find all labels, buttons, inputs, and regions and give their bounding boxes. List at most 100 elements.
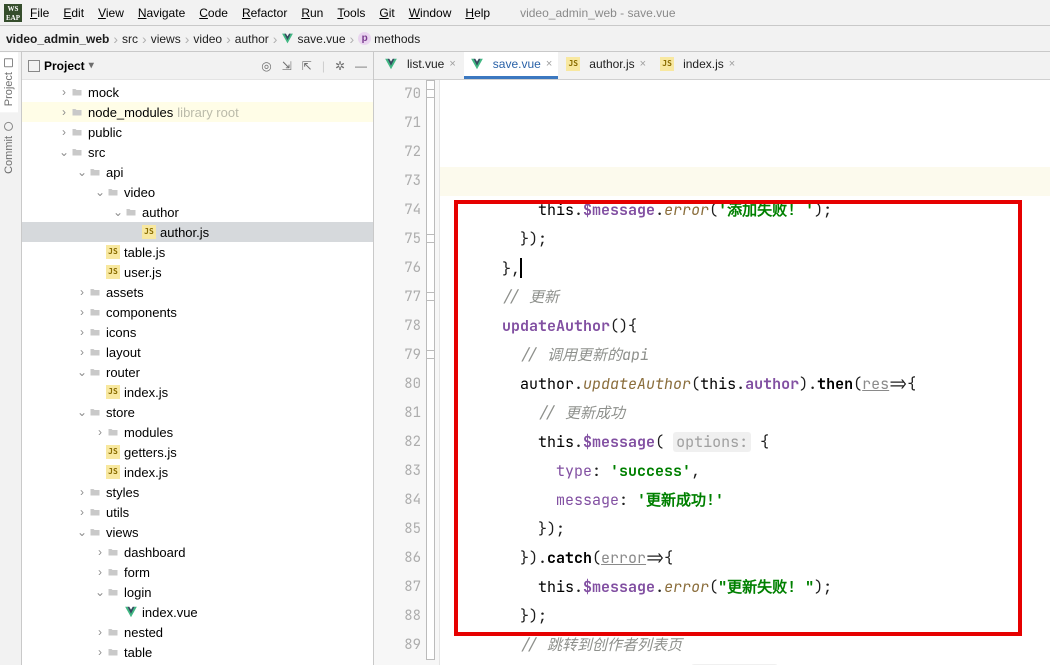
tree-arrow[interactable]: ›: [58, 126, 70, 138]
menu-item-refactor[interactable]: Refactor: [242, 6, 287, 20]
folder-node[interactable]: ›layout: [22, 342, 373, 362]
editor-tab[interactable]: save.vue×: [464, 52, 558, 79]
code-view[interactable]: }).catch(error => { this.$message.error(…: [440, 80, 1050, 665]
line-number[interactable]: 70: [374, 80, 421, 109]
tree-arrow[interactable]: ⌄: [76, 406, 88, 418]
line-number[interactable]: 81: [374, 399, 421, 428]
folder-node[interactable]: ⌄login: [22, 582, 373, 602]
folder-node[interactable]: ›utils: [22, 502, 373, 522]
locate-icon[interactable]: ◎: [261, 59, 271, 73]
line-number[interactable]: 83: [374, 457, 421, 486]
folder-node[interactable]: ⌄src: [22, 142, 373, 162]
file-node[interactable]: JSuser.js: [22, 262, 373, 282]
tree-arrow[interactable]: ⌄: [76, 526, 88, 538]
hide-icon[interactable]: —: [355, 59, 367, 73]
folder-node[interactable]: ⌄video: [22, 182, 373, 202]
tool-tab-commit[interactable]: Commit: [0, 116, 18, 180]
menu-item-run[interactable]: Run: [301, 6, 323, 20]
tree-arrow[interactable]: ⌄: [94, 586, 106, 598]
gear-icon[interactable]: ✲: [335, 59, 345, 73]
code-line[interactable]: }).catch(error=>{: [448, 544, 1050, 573]
tree-arrow[interactable]: ›: [76, 286, 88, 298]
folder-node[interactable]: ›styles: [22, 482, 373, 502]
code-line[interactable]: });: [448, 225, 1050, 254]
code-line[interactable]: this.$message( options: {: [448, 428, 1050, 457]
menu-item-edit[interactable]: Edit: [63, 6, 84, 20]
close-icon[interactable]: ×: [729, 58, 735, 70]
folder-node[interactable]: ⌄router: [22, 362, 373, 382]
code-line[interactable]: });: [448, 602, 1050, 631]
menu-item-tools[interactable]: Tools: [337, 6, 365, 20]
project-tree[interactable]: ›mock›node_moduleslibrary root›public⌄sr…: [22, 80, 373, 665]
file-node[interactable]: JSindex.js: [22, 462, 373, 482]
folder-node[interactable]: ⌄views: [22, 522, 373, 542]
menu-item-window[interactable]: Window: [409, 6, 452, 20]
folder-node[interactable]: ›nested: [22, 622, 373, 642]
code-line[interactable]: author.updateAuthor(this.author).then(re…: [448, 370, 1050, 399]
file-node[interactable]: JStable.js: [22, 242, 373, 262]
folder-node[interactable]: ›public: [22, 122, 373, 142]
tree-arrow[interactable]: ›: [58, 106, 70, 118]
folder-node[interactable]: ›mock: [22, 82, 373, 102]
line-number[interactable]: 86: [374, 544, 421, 573]
fold-strip[interactable]: [426, 80, 436, 665]
line-number[interactable]: 87: [374, 573, 421, 602]
panel-title[interactable]: Project ▾: [28, 59, 94, 73]
tree-arrow[interactable]: ›: [76, 506, 88, 518]
breadcrumb-item[interactable]: src: [122, 32, 138, 46]
code-line[interactable]: // 调用更新的api: [448, 341, 1050, 370]
menu-item-file[interactable]: File: [30, 6, 49, 20]
code-line[interactable]: },: [448, 254, 1050, 283]
tree-arrow[interactable]: ⌄: [58, 146, 70, 158]
code-line[interactable]: // 更新成功: [448, 399, 1050, 428]
tree-arrow[interactable]: ⌄: [94, 186, 106, 198]
folder-node[interactable]: ›dashboard: [22, 542, 373, 562]
file-node[interactable]: JSindex.js: [22, 382, 373, 402]
folder-node[interactable]: ⌄store: [22, 402, 373, 422]
line-number[interactable]: 89: [374, 631, 421, 660]
line-number[interactable]: 78: [374, 312, 421, 341]
editor-tab[interactable]: JSindex.js×: [654, 52, 741, 79]
line-number[interactable]: 74: [374, 196, 421, 225]
code-line[interactable]: updateAuthor(){: [448, 312, 1050, 341]
tree-arrow[interactable]: ›: [94, 626, 106, 638]
menu-item-navigate[interactable]: Navigate: [138, 6, 185, 20]
menu-item-view[interactable]: View: [98, 6, 124, 20]
breadcrumb-project[interactable]: video_admin_web: [6, 32, 109, 46]
expand-icon[interactable]: ⇲: [282, 59, 292, 73]
line-number[interactable]: 76: [374, 254, 421, 283]
line-number[interactable]: 84: [374, 486, 421, 515]
line-number[interactable]: 75: [374, 225, 421, 254]
collapse-icon[interactable]: ⇱: [302, 59, 312, 73]
breadcrumb-item[interactable]: video: [193, 32, 222, 46]
close-icon[interactable]: ×: [640, 58, 646, 70]
code-line[interactable]: this.$message.error("更新失败! ");: [448, 573, 1050, 602]
line-number[interactable]: 82: [374, 428, 421, 457]
file-node[interactable]: JSauthor.js: [22, 222, 373, 242]
line-number[interactable]: 88: [374, 602, 421, 631]
close-icon[interactable]: ×: [449, 58, 455, 70]
tree-arrow[interactable]: ›: [76, 346, 88, 358]
code-area[interactable]: 7071727374757677787980818283848586878889…: [374, 80, 1050, 665]
folder-node[interactable]: ›assets: [22, 282, 373, 302]
folder-node[interactable]: ⌄api: [22, 162, 373, 182]
tree-arrow[interactable]: ›: [94, 646, 106, 658]
file-node[interactable]: index.vue: [22, 602, 373, 622]
file-node[interactable]: JSgetters.js: [22, 442, 373, 462]
line-number[interactable]: 80: [374, 370, 421, 399]
tree-arrow[interactable]: ›: [76, 306, 88, 318]
tree-arrow[interactable]: ›: [94, 566, 106, 578]
line-number[interactable]: 79: [374, 341, 421, 370]
tree-arrow[interactable]: ⌄: [76, 166, 88, 178]
tree-arrow[interactable]: ⌄: [112, 206, 124, 218]
code-line[interactable]: type: 'success',: [448, 457, 1050, 486]
code-line[interactable]: // 更新: [448, 283, 1050, 312]
folder-node[interactable]: ⌄author: [22, 202, 373, 222]
folder-node[interactable]: ›components: [22, 302, 373, 322]
menu-item-git[interactable]: Git: [379, 6, 394, 20]
line-number[interactable]: 77: [374, 283, 421, 312]
menu-item-help[interactable]: Help: [465, 6, 490, 20]
code-line[interactable]: // 跳转到创作者列表页: [448, 631, 1050, 660]
menu-item-code[interactable]: Code: [199, 6, 228, 20]
editor-tab[interactable]: JSauthor.js×: [560, 52, 652, 79]
